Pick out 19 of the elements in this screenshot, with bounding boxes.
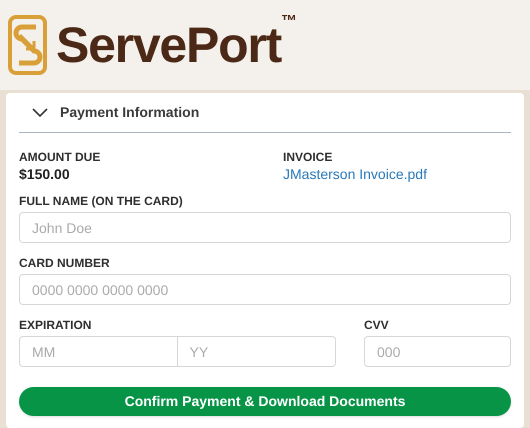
invoice-link[interactable]: JMasterson Invoice.pdf bbox=[283, 167, 427, 181]
field-label: AMOUNT DUE bbox=[19, 151, 100, 163]
month-field[interactable]: MM bbox=[19, 336, 178, 367]
field-label: CVV bbox=[364, 319, 389, 331]
field-label: CARD NUMBER bbox=[19, 257, 110, 269]
chevron-down-icon[interactable] bbox=[32, 108, 48, 118]
field-label: INVOICE bbox=[283, 151, 332, 163]
field-label: EXPIRATION bbox=[19, 319, 92, 331]
amount-value: $150.00 bbox=[19, 167, 70, 181]
name-field[interactable]: John Doe bbox=[19, 212, 511, 243]
year-field[interactable]: YY bbox=[178, 336, 336, 367]
brand-name: ServePort bbox=[56, 20, 281, 70]
section-title[interactable]: Payment Information bbox=[60, 102, 200, 123]
trademark-mark: ™ bbox=[280, 14, 297, 30]
confirm-payment-button[interactable]: Confirm Payment & Download Documents bbox=[19, 387, 511, 416]
cvv-field[interactable]: 000 bbox=[364, 336, 511, 367]
field-label: FULL NAME (ON THE CARD) bbox=[19, 195, 183, 207]
logo-icon bbox=[8, 15, 47, 75]
card-number-field[interactable]: 0000 0000 0000 0000 bbox=[19, 274, 511, 305]
